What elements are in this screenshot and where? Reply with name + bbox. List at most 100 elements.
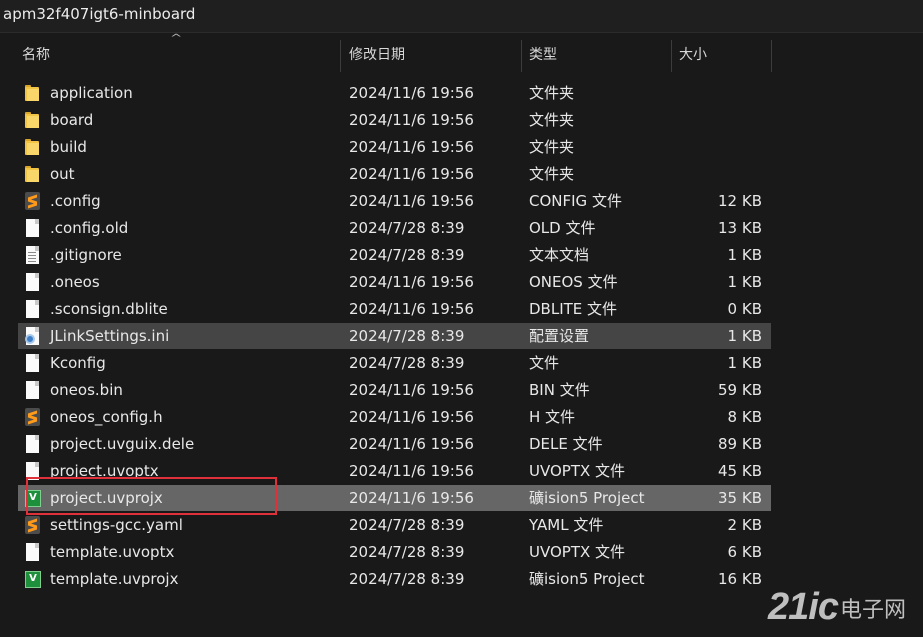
file-row[interactable]: JLinkSettings.ini 2024/7/28 8:39 配置设置 1 KB <box>18 323 771 349</box>
file-size: 6 KB <box>727 543 762 561</box>
folder-icon <box>25 111 41 129</box>
file-type: 配置设置 <box>529 327 590 345</box>
file-icon <box>25 435 39 453</box>
file-type: 文件夹 <box>529 165 575 183</box>
file-type: BIN 文件 <box>529 381 590 399</box>
file-name: Kconfig <box>50 354 106 372</box>
file-name: out <box>50 165 75 183</box>
title-bar: apm32f407igt6-minboard <box>0 0 923 33</box>
file-type: UVOPTX 文件 <box>529 543 626 561</box>
file-size <box>658 80 762 106</box>
file-size: 45 KB <box>718 462 762 480</box>
column-header-type[interactable]: 类型 <box>529 34 669 72</box>
file-row[interactable]: project.uvguix.dele 2024/11/6 19:56 DELE 文… <box>18 431 771 457</box>
file-modified-date: 2024/11/6 19:56 <box>349 192 474 210</box>
file-modified-date: 2024/11/6 19:56 <box>349 111 474 129</box>
file-type: UVOPTX 文件 <box>529 462 626 480</box>
file-row[interactable]: template.uvoptx 2024/7/28 8:39 UVOPTX 文件 6 … <box>18 539 771 565</box>
file-type: OLD 文件 <box>529 219 596 237</box>
file-row[interactable]: Vtemplate.uvprojx 2024/7/28 8:39 礦ision5 P… <box>18 566 771 592</box>
file-modified-date: 2024/11/6 19:56 <box>349 84 474 102</box>
file-type: 文件夹 <box>529 111 575 129</box>
file-name: JLinkSettings.ini <box>50 327 170 345</box>
file-size: 1 KB <box>727 327 762 345</box>
file-row[interactable]: oneos.bin 2024/11/6 19:56 BIN 文件 59 KB <box>18 377 771 403</box>
watermark-logo: 21ic电子网 <box>768 586 906 630</box>
file-row[interactable]: application 2024/11/6 19:56 文件夹 <box>18 80 771 106</box>
column-divider[interactable] <box>521 40 522 72</box>
file-row[interactable]: board 2024/11/6 19:56 文件夹 <box>18 107 771 133</box>
file-name: settings-gcc.yaml <box>50 516 183 534</box>
file-type: 礦ision5 Project <box>529 489 645 507</box>
column-header-type-label: 类型 <box>529 47 557 63</box>
file-row[interactable]: settings-gcc.yaml 2024/7/28 8:39 YAML 文件 2 … <box>18 512 771 538</box>
column-divider[interactable] <box>340 40 341 72</box>
file-icon <box>25 543 39 561</box>
sublime-file-icon <box>25 516 40 534</box>
file-modified-date: 2024/11/6 19:56 <box>349 381 474 399</box>
column-header-modified[interactable]: 修改日期 <box>349 34 519 72</box>
file-name: .config.old <box>50 219 129 237</box>
file-name: application <box>50 84 133 102</box>
folder-icon <box>25 84 41 102</box>
file-size: 35 KB <box>718 489 762 507</box>
file-row[interactable]: .config.old 2024/7/28 8:39 OLD 文件 13 KB <box>18 215 771 241</box>
file-name: oneos_config.h <box>50 408 163 426</box>
column-header-size[interactable]: 大小 <box>679 34 769 72</box>
keil-uvision-icon: V <box>25 570 41 588</box>
file-type: 礦ision5 Project <box>529 570 645 588</box>
file-type: ONEOS 文件 <box>529 273 618 291</box>
file-size <box>658 107 762 133</box>
file-type: CONFIG 文件 <box>529 192 622 210</box>
column-divider[interactable] <box>671 40 672 72</box>
file-name: build <box>50 138 87 156</box>
file-size: 16 KB <box>718 570 762 588</box>
file-icon <box>25 381 39 399</box>
file-row[interactable]: .config 2024/11/6 19:56 CONFIG 文件 12 KB <box>18 188 771 214</box>
file-size: 89 KB <box>718 435 762 453</box>
file-name: board <box>50 111 94 129</box>
text-file-icon <box>25 246 39 264</box>
file-modified-date: 2024/7/28 8:39 <box>349 327 465 345</box>
file-modified-date: 2024/7/28 8:39 <box>349 219 465 237</box>
file-size <box>658 134 762 160</box>
file-modified-date: 2024/7/28 8:39 <box>349 543 465 561</box>
file-type: DELE 文件 <box>529 435 603 453</box>
column-header-bar: 名称 ^ 修改日期 类型 大小 <box>0 33 923 72</box>
column-divider[interactable] <box>771 40 772 72</box>
watermark-subtitle: 电子网 <box>839 597 906 623</box>
file-type: DBLITE 文件 <box>529 300 618 318</box>
file-row[interactable]: .gitignore 2024/7/28 8:39 文本文档 1 KB <box>18 242 771 268</box>
file-name: .gitignore <box>50 246 122 264</box>
file-size <box>658 161 762 187</box>
file-name: .sconsign.dblite <box>50 300 168 318</box>
file-row[interactable]: out 2024/11/6 19:56 文件夹 <box>18 161 771 187</box>
file-icon <box>25 219 39 237</box>
file-size: 8 KB <box>727 408 762 426</box>
file-modified-date: 2024/7/28 8:39 <box>349 354 465 372</box>
file-icon <box>25 300 39 318</box>
column-header-name-label: 名称 <box>22 47 50 63</box>
file-modified-date: 2024/7/28 8:39 <box>349 570 465 588</box>
file-row[interactable]: .oneos 2024/11/6 19:56 ONEOS 文件 1 KB <box>18 269 771 295</box>
file-size: 1 KB <box>727 273 762 291</box>
file-size: 2 KB <box>727 516 762 534</box>
file-icon <box>25 273 39 291</box>
file-row[interactable]: build 2024/11/6 19:56 文件夹 <box>18 134 771 160</box>
file-name: project.uvguix.dele <box>50 435 195 453</box>
file-size: 1 KB <box>727 246 762 264</box>
sort-ascending-icon: ^ <box>169 33 183 44</box>
file-modified-date: 2024/7/28 8:39 <box>349 516 465 534</box>
file-row[interactable]: Kconfig 2024/7/28 8:39 文件 1 KB <box>18 350 771 376</box>
file-type: YAML 文件 <box>529 516 604 534</box>
folder-icon <box>25 138 41 156</box>
file-row[interactable]: oneos_config.h 2024/11/6 19:56 H 文件 8 KB <box>18 404 771 430</box>
file-name: template.uvprojx <box>50 570 179 588</box>
file-modified-date: 2024/11/6 19:56 <box>349 138 474 156</box>
file-modified-date: 2024/11/6 19:56 <box>349 300 474 318</box>
file-name: .oneos <box>50 273 100 291</box>
file-type: 文件夹 <box>529 84 575 102</box>
file-size: 59 KB <box>718 381 762 399</box>
window-title: apm32f407igt6-minboard <box>3 5 196 23</box>
file-row[interactable]: .sconsign.dblite 2024/11/6 19:56 DBLITE 文件… <box>18 296 771 322</box>
